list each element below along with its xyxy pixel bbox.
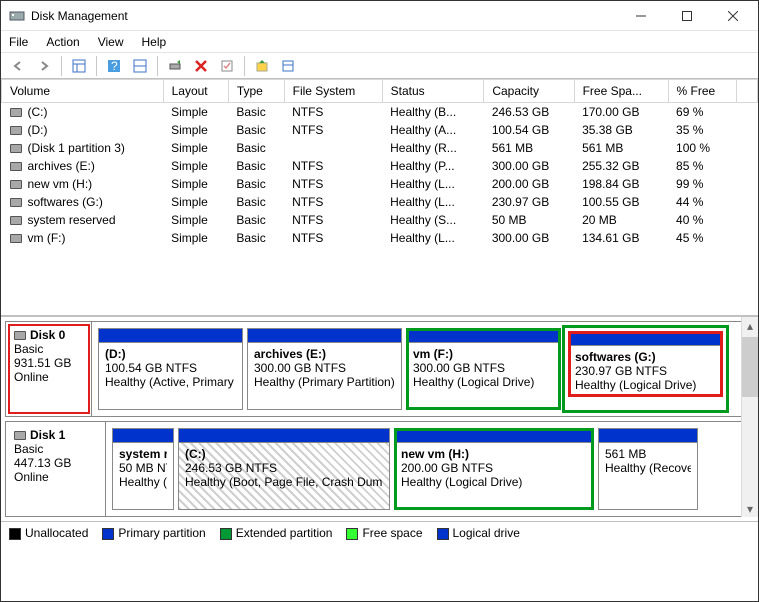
column-header[interactable]: Capacity [484,80,574,103]
partition[interactable]: (C:)246.53 GB NTFSHealthy (Boot, Page Fi… [178,428,390,510]
volume-row[interactable]: new vm (H:) SimpleBasicNTFSHealthy (L...… [2,175,758,193]
svg-text:?: ? [111,59,118,73]
partition[interactable]: softwares (G:)230.97 GB NTFSHealthy (Log… [568,331,723,397]
vertical-scrollbar[interactable]: ▴ ▾ [741,317,758,517]
legend-primary: Primary partition [102,526,205,540]
volume-row[interactable]: vm (F:) SimpleBasicNTFSHealthy (L... 300… [2,229,758,247]
disk-row: Disk 1 Basic447.13 GBOnlinesystem re50 M… [5,421,754,517]
scroll-down-button[interactable]: ▾ [742,500,758,517]
drive-icon [14,431,26,440]
action2-button[interactable] [277,55,299,77]
volume-list[interactable]: VolumeLayoutTypeFile SystemStatusCapacit… [1,79,758,315]
partition[interactable]: (D:)100.54 GB NTFSHealthy (Active, Prima… [98,328,243,410]
drive-icon [10,144,22,153]
drive-icon [10,162,22,171]
menu-help[interactable]: Help [140,33,169,51]
partition[interactable]: system re50 MB NTHealthy (S [112,428,174,510]
drive-icon [10,198,22,207]
volume-row[interactable]: system reserved SimpleBasicNTFSHealthy (… [2,211,758,229]
drive-icon [10,126,22,135]
volume-row[interactable]: (D:) SimpleBasicNTFSHealthy (A... 100.54… [2,121,758,139]
drive-icon [10,108,22,117]
toolbar-separator [244,56,245,76]
refresh-button[interactable] [164,55,186,77]
close-button[interactable] [710,1,756,31]
disk-row: Disk 0 Basic931.51 GBOnline(D:)100.54 GB… [5,321,754,417]
disk-layout-panel: Disk 0 Basic931.51 GBOnline(D:)100.54 GB… [1,315,758,517]
scroll-thumb[interactable] [742,337,758,397]
partition[interactable]: 561 MBHealthy (Recovery [598,428,698,510]
partition[interactable]: vm (F:)300.00 GB NTFSHealthy (Logical Dr… [406,328,561,410]
help-button[interactable]: ? [103,55,125,77]
volume-row[interactable]: (C:) SimpleBasicNTFSHealthy (B... 246.53… [2,103,758,122]
drive-icon [10,180,22,189]
disk-header[interactable]: Disk 0 Basic931.51 GBOnline [6,322,92,416]
legend-free: Free space [346,526,422,540]
scroll-up-button[interactable]: ▴ [742,317,758,334]
menu-file[interactable]: File [7,33,30,51]
titlebar: Disk Management [1,1,758,31]
delete-button[interactable] [190,55,212,77]
toolbar-separator [61,56,62,76]
toolbar: ? [1,53,758,79]
drive-icon [14,331,26,340]
column-header[interactable]: Volume [2,80,164,103]
legend-logical: Logical drive [437,526,520,540]
menubar: File Action View Help [1,31,758,53]
maximize-button[interactable] [664,1,710,31]
legend: Unallocated Primary partition Extended p… [1,521,758,544]
back-button[interactable] [7,55,29,77]
window-title: Disk Management [31,9,618,23]
column-header[interactable]: File System [284,80,382,103]
properties-button[interactable] [216,55,238,77]
volume-row[interactable]: softwares (G:) SimpleBasicNTFSHealthy (L… [2,193,758,211]
partition[interactable]: archives (E:)300.00 GB NTFSHealthy (Prim… [247,328,402,410]
column-header-spacer [737,80,758,103]
disk-header[interactable]: Disk 1 Basic447.13 GBOnline [6,422,106,516]
volume-row[interactable]: (Disk 1 partition 3) SimpleBasicHealthy … [2,139,758,157]
legend-unallocated: Unallocated [9,526,88,540]
column-header[interactable]: Free Spa... [574,80,668,103]
column-header[interactable]: % Free [668,80,737,103]
action1-button[interactable] [251,55,273,77]
drive-icon [10,234,22,243]
legend-extended: Extended partition [220,526,333,540]
app-icon [9,8,25,24]
drive-icon [10,216,22,225]
minimize-button[interactable] [618,1,664,31]
menu-action[interactable]: Action [44,33,81,51]
column-header[interactable]: Layout [163,80,228,103]
volume-row[interactable]: archives (E:) SimpleBasicNTFSHealthy (P.… [2,157,758,175]
partition[interactable]: new vm (H:)200.00 GB NTFSHealthy (Logica… [394,428,594,510]
toolbar-separator [157,56,158,76]
toolbar-separator [96,56,97,76]
layout-button[interactable] [68,55,90,77]
forward-button[interactable] [33,55,55,77]
column-header[interactable]: Status [382,80,484,103]
menu-view[interactable]: View [96,33,126,51]
column-header[interactable]: Type [228,80,284,103]
settings-button[interactable] [129,55,151,77]
